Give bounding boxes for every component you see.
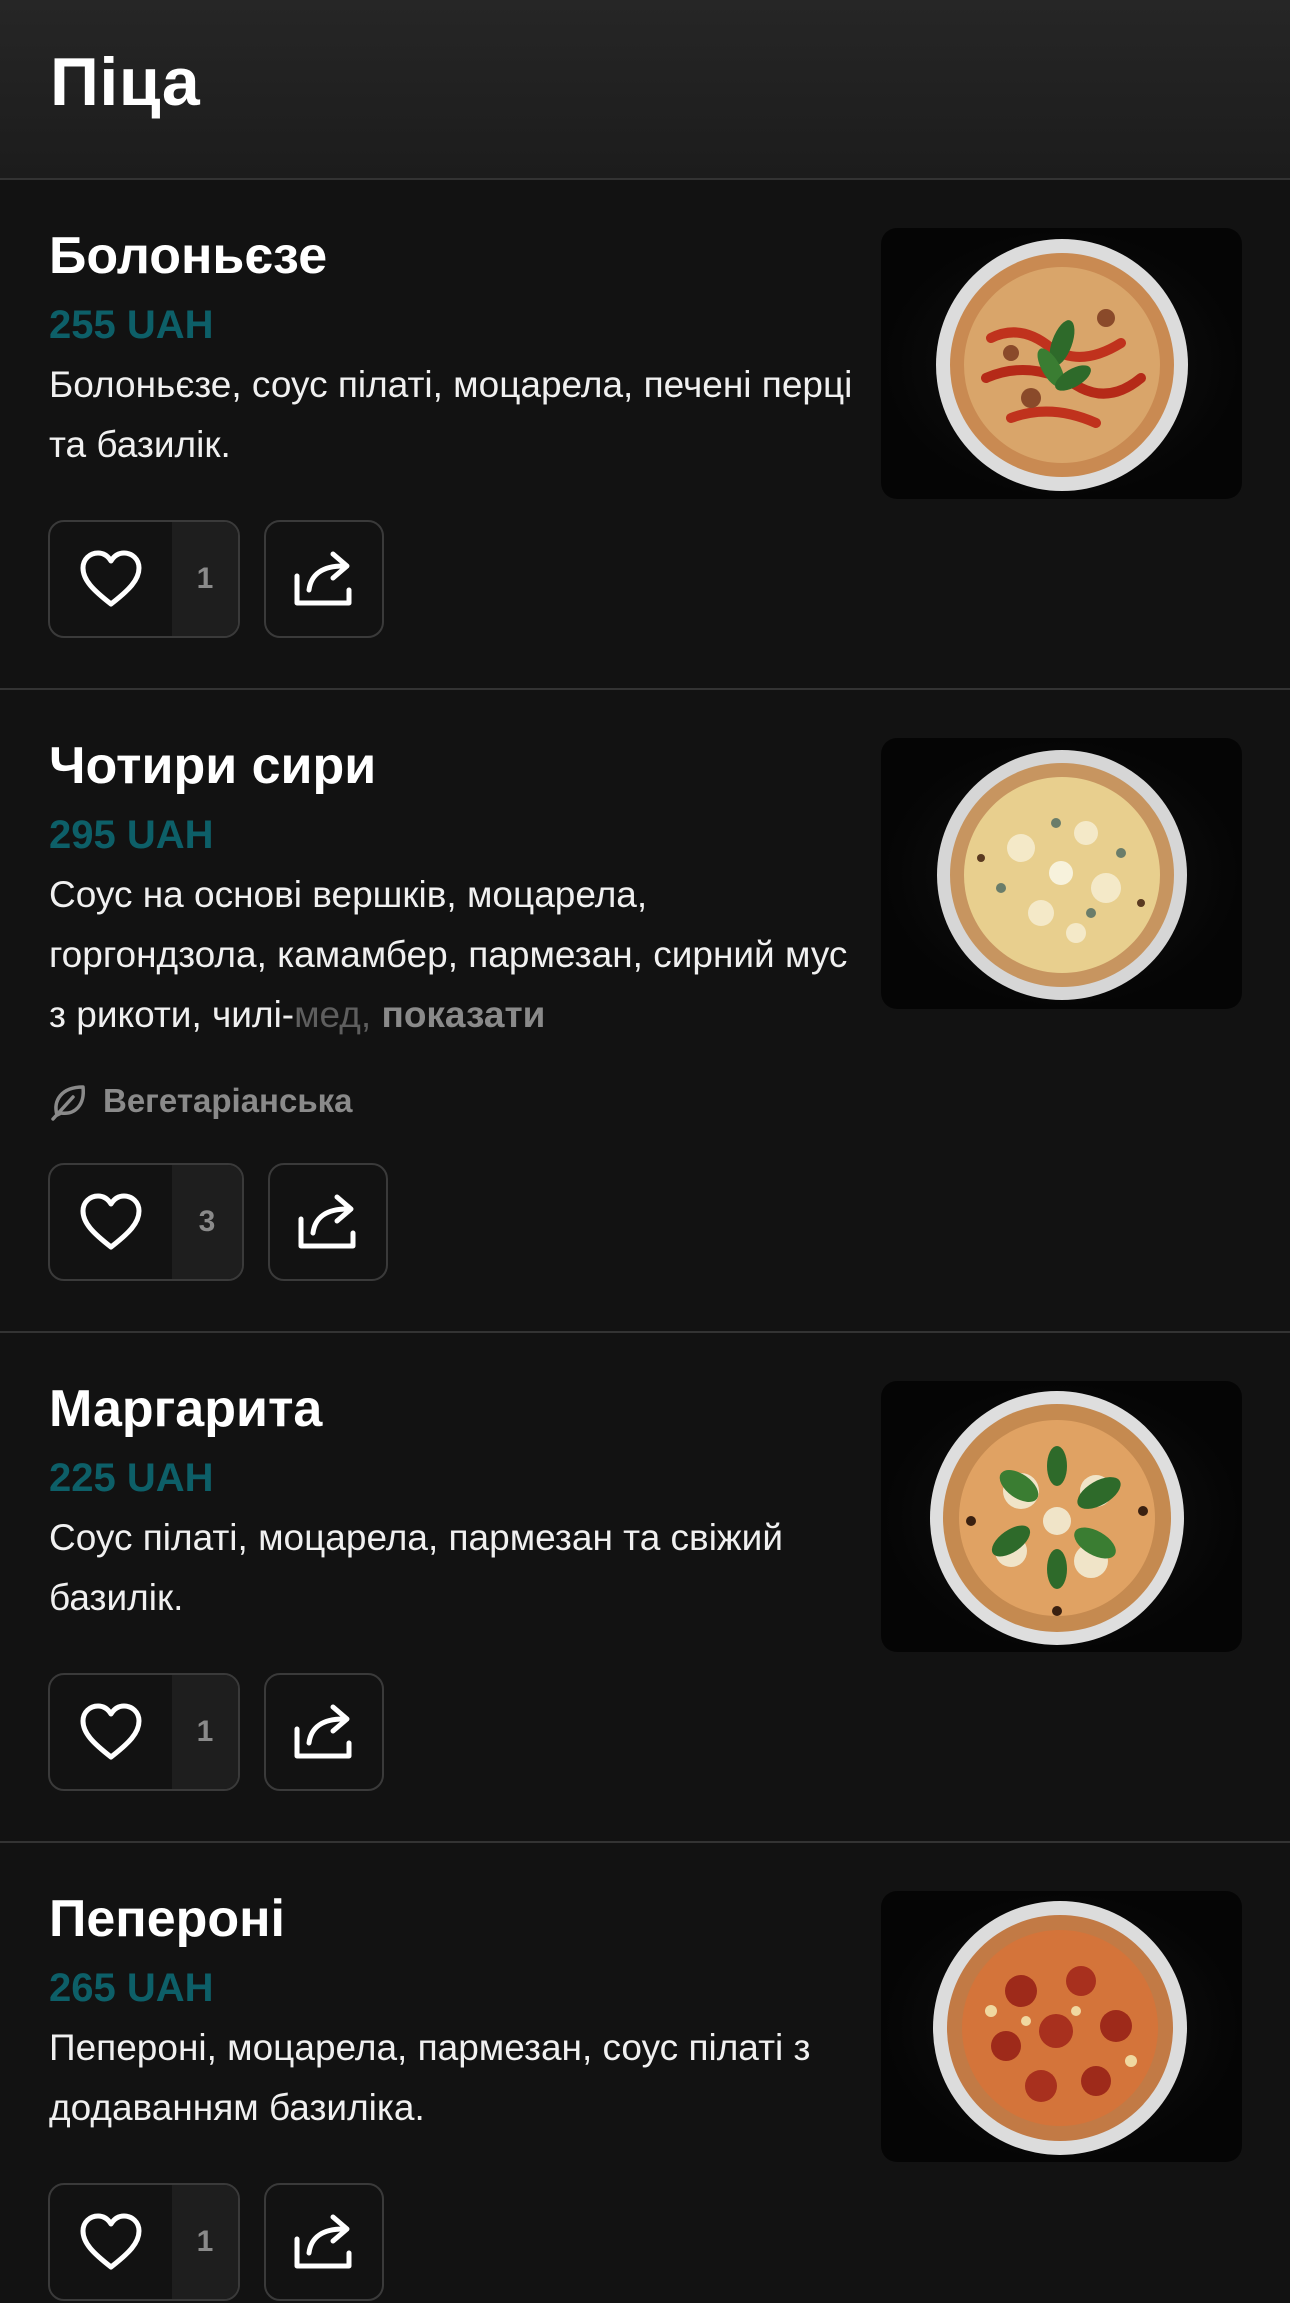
pizza-bolognese-image[interactable] — [881, 228, 1242, 499]
page-header: Піца — [0, 0, 1290, 180]
vegetarian-tag: Вегетаріанська — [49, 1076, 352, 1126]
description-faded-text: мед, — [294, 994, 372, 1035]
item-price: 225 UAH — [49, 1456, 214, 1500]
share-icon — [291, 2209, 357, 2276]
share-icon — [295, 1189, 361, 1256]
like-button[interactable]: 1 — [48, 2183, 240, 2301]
show-more-link[interactable]: показати — [381, 994, 545, 1035]
heart-icon — [50, 1165, 172, 1279]
pizza-pepperoni-image[interactable] — [881, 1891, 1242, 2162]
item-price: 295 UAH — [49, 813, 214, 857]
item-actions: 1 — [48, 1673, 384, 1791]
item-name: Маргарита — [49, 1380, 323, 1438]
share-icon — [291, 1699, 357, 1766]
like-count: 1 — [172, 522, 238, 636]
share-button[interactable] — [264, 2183, 384, 2301]
leaf-icon — [49, 1081, 89, 1121]
item-description: Болоньєзе, соус пілаті, моцарела, печені… — [49, 364, 853, 465]
item-description: Соус на основі вершків, моцарела, горгон… — [49, 865, 869, 1045]
item-name: Болоньєзе — [49, 227, 328, 285]
like-count: 1 — [172, 1675, 238, 1789]
tag-label: Вегетаріанська — [103, 1082, 353, 1119]
menu-item-bolognese[interactable]: Болоньєзе 255 UAH Болоньєзе, соус пілаті… — [0, 180, 1290, 690]
share-button[interactable] — [268, 1163, 388, 1281]
item-description: Пепероні, моцарела, пармезан, соус пілат… — [49, 2027, 811, 2128]
page-title: Піца — [50, 44, 201, 120]
like-button[interactable]: 1 — [48, 1673, 240, 1791]
share-button[interactable] — [264, 520, 384, 638]
like-count: 3 — [172, 1165, 242, 1279]
item-price: 265 UAH — [49, 1966, 214, 2010]
like-count: 1 — [172, 2185, 238, 2299]
pizza-four-cheese-image[interactable] — [881, 738, 1242, 1009]
item-name: Пепероні — [49, 1890, 286, 1948]
heart-icon — [50, 522, 172, 636]
share-button[interactable] — [264, 1673, 384, 1791]
like-button[interactable]: 1 — [48, 520, 240, 638]
heart-icon — [50, 1675, 172, 1789]
pizza-margherita-image[interactable] — [881, 1381, 1242, 1652]
like-button[interactable]: 3 — [48, 1163, 244, 1281]
item-actions: 3 — [48, 1163, 388, 1281]
item-actions: 1 — [48, 2183, 384, 2301]
menu-item-pepperoni[interactable]: Пепероні 265 UAH Пепероні, моцарела, пар… — [0, 1843, 1290, 2303]
share-icon — [291, 546, 357, 613]
menu-item-four-cheese[interactable]: Чотири сири 295 UAH Соус на основі вершк… — [0, 690, 1290, 1333]
item-description: Соус пілаті, моцарела, пармезан та свіжи… — [49, 1517, 784, 1618]
item-price: 255 UAH — [49, 303, 214, 347]
item-actions: 1 — [48, 520, 384, 638]
menu-item-margherita[interactable]: Маргарита 225 UAH Соус пілаті, моцарела,… — [0, 1333, 1290, 1843]
heart-icon — [50, 2185, 172, 2299]
item-name: Чотири сири — [49, 737, 377, 795]
